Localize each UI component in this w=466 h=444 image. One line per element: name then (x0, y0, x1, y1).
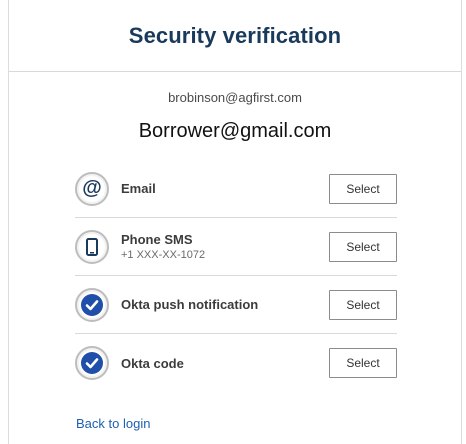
okta-check-icon (75, 287, 109, 322)
factor-label: Okta code (121, 355, 184, 371)
phone-icon (75, 229, 109, 264)
factor-label: Email (121, 181, 156, 196)
factor-email: @ Email Select (75, 160, 397, 218)
factor-label: Okta push notification (121, 297, 259, 312)
okta-check-icon (75, 346, 109, 380)
phone-number-masked: +1 XXX-XX-1072 (121, 249, 206, 261)
page-title: Security verification (128, 22, 342, 48)
select-okta-push-button[interactable]: Select (329, 289, 397, 320)
factor-okta-code: Okta code Select (75, 334, 397, 392)
username-label: brobinson@agfirst.com (168, 90, 302, 105)
select-okta-code-button[interactable]: Select (329, 348, 397, 378)
overlay-email-text: Borrower@gmail.com (138, 120, 332, 142)
select-email-button[interactable]: Select (329, 173, 397, 204)
at-sign-icon: @ (75, 171, 109, 206)
card-header: Security verification (9, 0, 461, 72)
factor-okta-push: Okta push notification Select (75, 276, 397, 334)
factor-label: Phone SMS (121, 232, 193, 247)
factor-phone-sms: Phone SMS +1 XXX-XX-1072 Select (75, 218, 397, 276)
select-phone-sms-button[interactable]: Select (329, 231, 397, 262)
verification-card: Security verification brobinson@agfirst.… (8, 0, 462, 444)
back-to-login-link[interactable]: Back to login (76, 416, 150, 431)
factor-list: @ Email Select Phone SMS +1 XXX-XX-1072 (75, 160, 397, 392)
